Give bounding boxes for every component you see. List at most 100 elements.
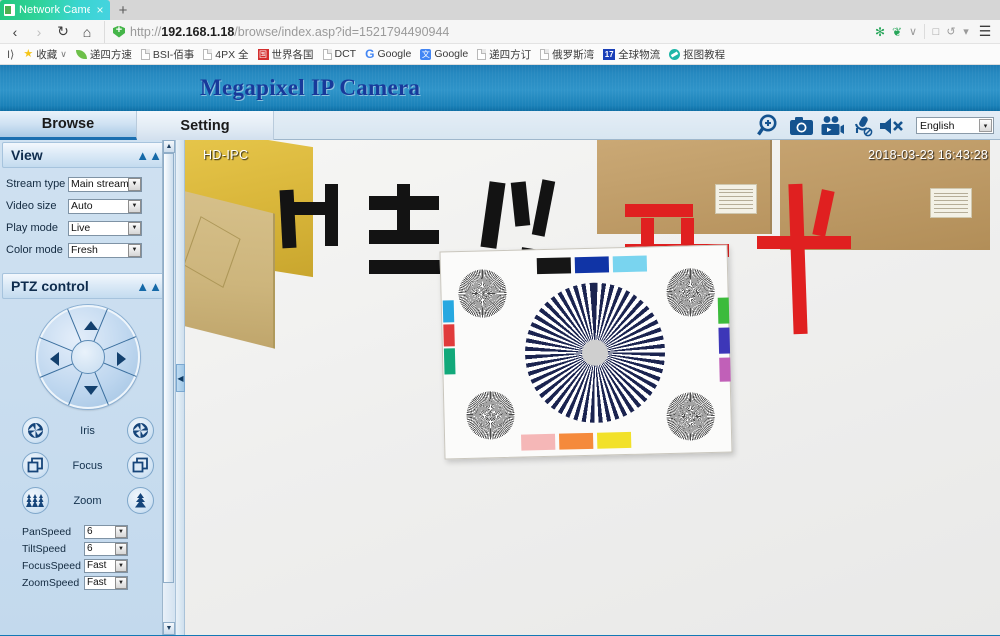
url-host: 192.168.1.18	[161, 24, 235, 39]
scrollbar-track[interactable]	[163, 153, 175, 622]
forward-button[interactable]: ›	[28, 21, 50, 43]
play-mode-select[interactable]: Live ▼	[68, 220, 142, 236]
panel-splitter[interactable]: ◀	[176, 140, 185, 635]
bookmark-item[interactable]: 17 全球物流	[599, 46, 664, 63]
browser-toolbar-actions: ✻ ❦ ∨ □ ↺ ▾ ☰	[872, 21, 996, 43]
chevron-down-icon: ▼	[128, 243, 141, 257]
color-mode-select[interactable]: Fresh ▼	[68, 242, 142, 258]
extension-leaf-icon[interactable]: ❦	[889, 25, 905, 39]
camera-web-page: Megapixel IP Camera Browse Setting Engli…	[0, 65, 1000, 635]
home-button[interactable]: ⌂	[76, 21, 98, 43]
down-arrow-icon[interactable]	[83, 386, 98, 395]
field-label: Color mode	[6, 244, 63, 256]
menu-hamburger-icon[interactable]: ☰	[974, 21, 996, 43]
new-tab-button[interactable]: +	[110, 0, 136, 20]
language-select[interactable]: English ▾	[916, 117, 994, 134]
bookmark-item[interactable]: 俄罗斯湾	[536, 46, 598, 63]
bookmark-item[interactable]: 递四方订	[473, 46, 535, 63]
bookmark-item[interactable]: 国 世界各国	[254, 46, 318, 63]
zoom-tele-icon[interactable]	[126, 487, 154, 514]
field-label: Play mode	[6, 222, 58, 234]
video-viewport[interactable]: HD-IPC 2018-03-23 16:43:28	[185, 140, 1000, 635]
speaker-mute-icon[interactable]	[879, 116, 904, 136]
dropdown-caret-icon[interactable]: ▾	[959, 25, 973, 38]
snapshot-camera-icon[interactable]	[789, 115, 814, 137]
browser-tab-network-camera[interactable]: Network Camera ×	[0, 0, 110, 20]
bookmarks-overflow-icon[interactable]: I⟩	[3, 48, 18, 61]
bookmarks-bar: I⟩ ★ 收藏 ∨ 递四方速 BSI-佰事 4PX 全 国 世界各国 DCT G	[0, 44, 1000, 65]
chevron-down-icon: ▼	[128, 177, 141, 191]
field-color-mode: Color mode Fresh ▼	[0, 239, 175, 261]
view-panel-header[interactable]: View ▲▲	[2, 142, 171, 168]
address-bar[interactable]: http://192.168.1.18/browse/index.asp?id=…	[104, 20, 870, 43]
pan-speed-select[interactable]: 6 ▼	[84, 524, 128, 539]
field-label: ZoomSpeed	[22, 576, 80, 589]
bookmark-label: 全球物流	[618, 48, 661, 61]
zoom-in-icon[interactable]	[757, 114, 783, 138]
blue-17-icon: 17	[603, 48, 616, 60]
focus-speed-select[interactable]: Fast ▼	[84, 558, 128, 573]
splitter-collapse-handle[interactable]: ◀	[176, 364, 185, 392]
bookmark-item[interactable]: G Google	[361, 46, 415, 63]
up-arrow-icon[interactable]	[83, 321, 98, 330]
extension-gear-icon[interactable]: ✻	[872, 25, 888, 39]
browser-tab-strip: Network Camera × +	[0, 0, 1000, 20]
zoom-speed-select[interactable]: Fast ▼	[84, 575, 128, 590]
reload-button[interactable]: ↻	[52, 21, 74, 43]
back-button[interactable]: ‹	[4, 21, 26, 43]
iris-open-icon[interactable]	[126, 417, 154, 444]
record-video-icon[interactable]	[820, 115, 845, 137]
stream-type-select[interactable]: Main stream ▼	[68, 176, 142, 192]
scroll-down-button[interactable]: ▼	[163, 622, 175, 635]
field-label: PanSpeed	[22, 525, 72, 538]
select-value: Main stream	[71, 178, 129, 190]
bookmark-item[interactable]: 抠图教程	[665, 46, 729, 63]
zoom-wide-icon[interactable]	[21, 487, 49, 514]
live-video-stream[interactable]: HD-IPC 2018-03-23 16:43:28	[185, 140, 1000, 635]
chevron-down-icon: ▼	[115, 576, 127, 589]
google-translate-icon: 文	[420, 48, 432, 60]
ptz-direction-pad[interactable]	[35, 305, 140, 409]
iris-close-icon[interactable]	[21, 417, 49, 444]
box-shipping-label	[930, 188, 972, 218]
bookmark-item[interactable]: 文 Google	[416, 46, 472, 63]
chevron-down-icon[interactable]: ∨	[906, 25, 920, 38]
bookmark-item[interactable]: 递四方速	[72, 46, 136, 63]
close-icon[interactable]: ×	[94, 4, 106, 16]
microphone-off-icon[interactable]	[851, 115, 873, 137]
field-label: FocusSpeed	[22, 559, 81, 572]
ptz-panel-header[interactable]: PTZ control ▲▲	[2, 273, 171, 299]
bookmark-item[interactable]: DCT	[319, 46, 361, 63]
left-arrow-icon[interactable]	[49, 352, 59, 366]
right-arrow-icon[interactable]	[116, 352, 126, 366]
focus-far-icon[interactable]	[126, 452, 154, 479]
bookmark-item[interactable]: 4PX 全	[199, 46, 252, 63]
field-video-size: Video size Auto ▼	[0, 195, 175, 217]
camera-tab-bar: Browse Setting English ▾	[0, 111, 1000, 140]
tilt-speed-select[interactable]: 6 ▼	[84, 541, 128, 556]
select-value: Auto	[71, 200, 93, 212]
bookmark-item[interactable]: BSI-佰事	[137, 46, 198, 63]
tab-browse[interactable]: Browse	[0, 111, 137, 140]
history-back-icon[interactable]: ↺	[944, 25, 958, 38]
box-diamond-mark	[185, 216, 241, 288]
sidebar-scrollbar[interactable]: ▲ ▼	[162, 140, 175, 635]
field-label: TiltSpeed	[22, 542, 66, 555]
ptz-center-hub[interactable]	[70, 340, 105, 374]
tab-title: Network Camera	[19, 4, 90, 16]
siemens-star-tl	[457, 268, 508, 319]
tab-setting[interactable]: Setting	[137, 111, 274, 140]
bookmark-label: Google	[377, 48, 412, 60]
bookmark-favorites[interactable]: ★ 收藏 ∨	[19, 46, 70, 63]
field-pan-speed: PanSpeed 6 ▼	[0, 523, 175, 540]
mobile-view-icon[interactable]: □	[929, 26, 943, 38]
language-select-value: English	[920, 119, 955, 132]
scrollbar-thumb[interactable]	[163, 153, 174, 583]
osd-camera-name: HD-IPC	[203, 148, 249, 162]
focus-near-icon[interactable]	[21, 452, 49, 479]
chevron-down-icon: ▼	[128, 199, 141, 213]
page-icon	[540, 48, 550, 60]
scroll-up-button[interactable]: ▲	[163, 140, 175, 153]
video-size-select[interactable]: Auto ▼	[68, 198, 142, 214]
page-body: View ▲▲ Stream type Main stream ▼ Video …	[0, 140, 1000, 635]
